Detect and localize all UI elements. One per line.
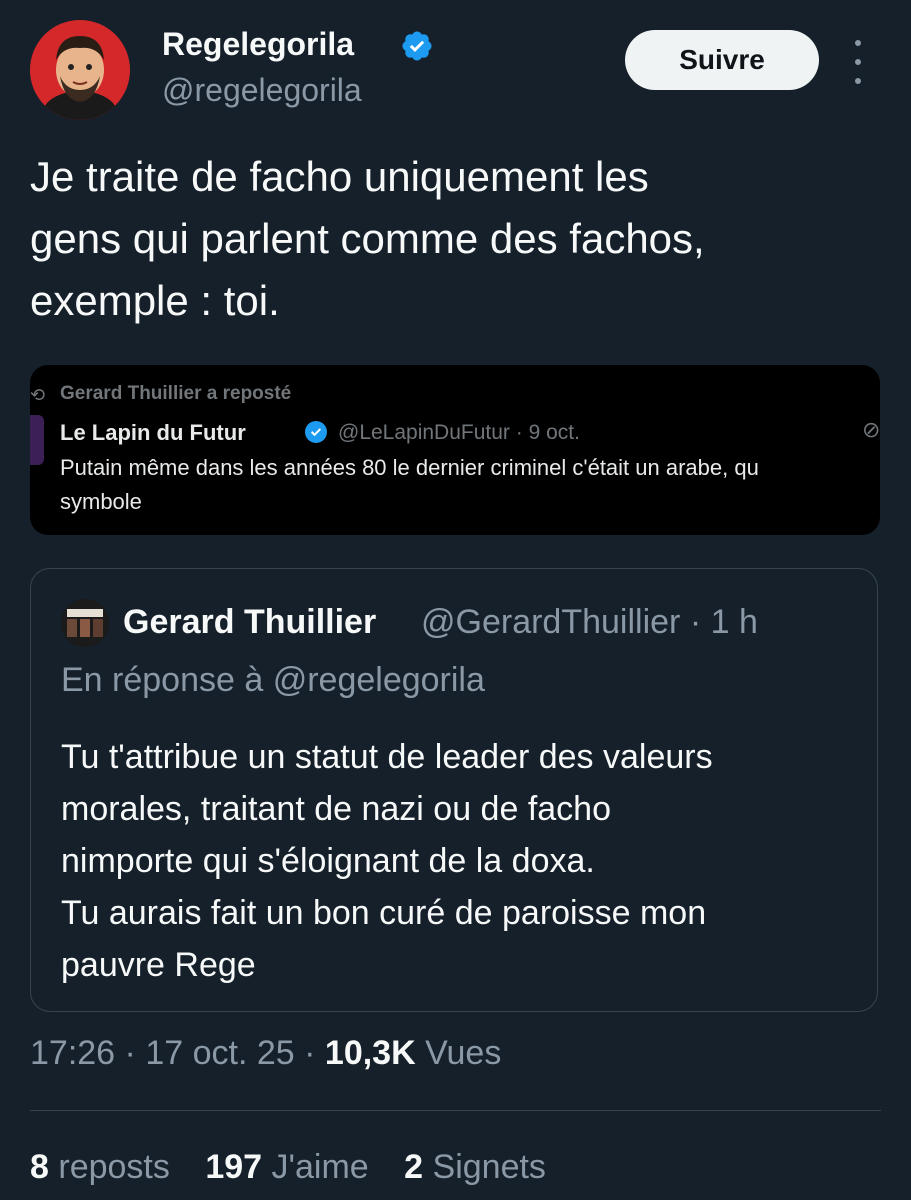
quote-author-handle[interactable]: @GerardThuillier	[421, 603, 680, 641]
image-text-line-1: Putain même dans les années 80 le dernie…	[60, 455, 759, 480]
image-edge-strip	[30, 415, 44, 465]
follow-button[interactable]: Suivre	[625, 30, 819, 90]
reposts-count: 8	[30, 1148, 49, 1186]
reply-context[interactable]: En réponse à @regelegorila	[61, 661, 485, 700]
quote-author-meta: @GerardThuillier · 1 h	[421, 603, 758, 642]
image-verified-badge-icon	[305, 421, 327, 443]
quote-author-name[interactable]: Gerard Thuillier	[123, 603, 376, 642]
reposts-label: reposts	[58, 1148, 170, 1186]
quote-time: 1 h	[710, 603, 758, 641]
dot	[855, 78, 861, 84]
reposts-stat[interactable]: 8 reposts	[30, 1148, 179, 1186]
dot	[855, 59, 861, 65]
more-options-icon[interactable]	[846, 40, 870, 84]
quote-avatar-image	[61, 599, 109, 647]
quote-text: Tu t'attribue un statut de leader des va…	[61, 738, 713, 984]
verified-badge-icon	[402, 31, 432, 61]
quote-author-avatar[interactable]	[61, 599, 109, 647]
tweet-stats: 8 reposts 197 J'aime 2 Signets	[30, 1148, 572, 1187]
likes-count: 197	[205, 1148, 263, 1186]
image-repost-line: Gerard Thuillier a reposté	[60, 383, 292, 404]
image-text-line-2: symbole	[60, 489, 142, 514]
repost-icon: ⟲	[30, 385, 46, 405]
avatar-illustration	[30, 20, 130, 120]
tweet-date[interactable]: 17 oct. 25	[145, 1034, 294, 1072]
quoted-tweet[interactable]: Gerard Thuillier @GerardThuillier · 1 h …	[30, 568, 878, 1012]
image-author-name: Le Lapin du Futur	[60, 420, 246, 445]
views-label: Vues	[425, 1034, 502, 1072]
bookmarks-count: 2	[404, 1148, 424, 1186]
likes-label: J'aime	[271, 1148, 369, 1186]
views-count: 10,3K	[324, 1034, 416, 1072]
image-author-handle: @LeLapinDuFutur · 9 oct.	[338, 421, 580, 444]
tweet-text: Je traite de facho uniquement les gens q…	[30, 153, 705, 324]
separator: ·	[304, 1034, 316, 1072]
author-handle[interactable]: @regelegorila	[162, 72, 362, 109]
author-avatar[interactable]	[30, 20, 130, 120]
dot	[855, 40, 861, 46]
separator: ·	[124, 1034, 136, 1072]
tweet-meta: 17:26 · 17 oct. 25 · 10,3K Vues	[30, 1034, 501, 1073]
divider	[30, 1110, 881, 1111]
tweet-header: Regelegorila @regelegorila Suivre	[0, 0, 911, 130]
attached-image[interactable]: ⟲ Gerard Thuillier a reposté Le Lapin du…	[30, 365, 880, 535]
bookmarks-stat[interactable]: 2 Signets	[404, 1148, 546, 1186]
bookmarks-label: Signets	[432, 1148, 546, 1186]
image-grok-icon: ⊘	[862, 417, 880, 442]
likes-stat[interactable]: 197 J'aime	[205, 1148, 378, 1186]
tweet-time[interactable]: 17:26	[30, 1034, 115, 1072]
author-name[interactable]: Regelegorila	[162, 26, 354, 63]
separator: ·	[689, 603, 702, 641]
